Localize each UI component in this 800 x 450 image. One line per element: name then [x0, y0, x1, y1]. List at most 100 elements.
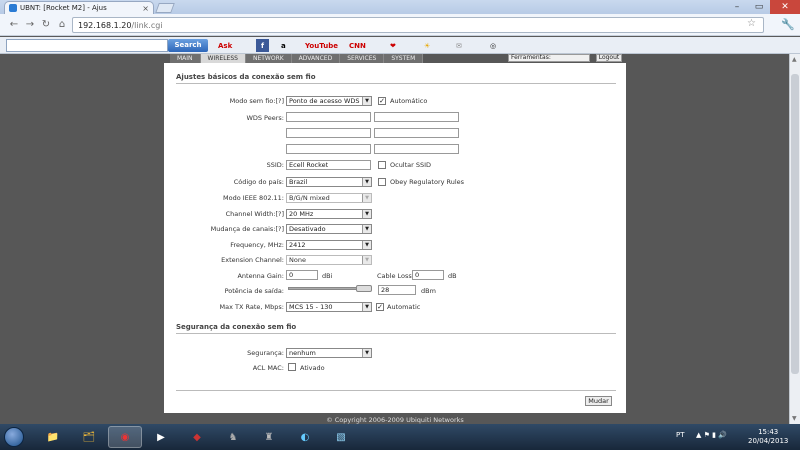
browser-navbar: ← → ↻ ⌂ 192.168.1.20/link.cgi ☆ 🔧 [0, 14, 800, 36]
wds-peer-3-input[interactable] [286, 128, 371, 138]
tray-clock[interactable]: 15:43 20/04/2013 [748, 428, 788, 446]
start-button[interactable] [4, 427, 24, 447]
wds-peer-4-input[interactable] [374, 128, 459, 138]
address-bar[interactable]: 192.168.1.20/link.cgi [72, 17, 764, 33]
back-icon[interactable]: ← [6, 19, 22, 30]
channel-width-select[interactable]: 20 MHz ▼ [286, 209, 372, 219]
security-select[interactable]: nenhum ▼ [286, 348, 372, 358]
logout-button[interactable]: Logout [596, 54, 622, 62]
minimize-icon[interactable]: – [726, 0, 748, 14]
frequency-select[interactable]: 2412 ▼ [286, 240, 372, 250]
obey-regulatory-checkbox[interactable] [378, 178, 386, 186]
bookmark-star-icon[interactable]: ☆ [747, 18, 756, 29]
reload-icon[interactable]: ↻ [38, 19, 54, 30]
output-power-slider[interactable] [288, 285, 372, 292]
toolbar-search-input[interactable] [6, 39, 168, 52]
tab-system[interactable]: SYSTEM [384, 54, 424, 63]
scroll-up-icon[interactable]: ▲ [792, 56, 797, 63]
ieee-mode-label: Modo IEEE 802.11: [223, 194, 284, 202]
tab-advanced[interactable]: ADVANCED [291, 54, 341, 63]
folder-taskbar-icon[interactable]: 🗂 [72, 426, 106, 448]
forward-icon[interactable]: → [22, 19, 38, 30]
tab-services[interactable]: SERVICES [340, 54, 385, 63]
channel-shifting-select[interactable]: Desativado ▼ [286, 224, 372, 234]
taskbar: 📁 🗂 ◉ ▶ ◆ ♞ ♜ ◐ ▧ PT ▲ ⚑ ▮ 🔊 15:43 20/04… [0, 424, 800, 450]
wds-peer-2-input[interactable] [374, 112, 459, 122]
output-power-unit: dBm [421, 287, 436, 295]
cable-loss-input[interactable]: 0 [412, 270, 444, 280]
chevron-down-icon: ▼ [362, 256, 371, 264]
chevron-down-icon: ▼ [362, 349, 371, 357]
channel-width-value: 20 MHz [289, 210, 314, 218]
wireless-mode-value: Ponto de acesso WDS [289, 97, 360, 105]
wrench-icon[interactable]: 🔧 [781, 18, 795, 31]
wds-peer-6-input[interactable] [374, 144, 459, 154]
acl-mac-check-label: Ativado [300, 364, 325, 372]
toolbar-search-button[interactable]: Search [168, 39, 208, 52]
acl-mac-checkbox[interactable] [288, 363, 296, 371]
cable-loss-label: Cable Loss: [377, 272, 414, 280]
chrome-taskbar-icon[interactable]: ◉ [108, 426, 142, 448]
ssid-label: SSID: [266, 161, 284, 169]
browser-titlebar: UBNT: [Rocket M2] - Ajus × – ▭ ✕ [0, 0, 800, 14]
settings-panel: Ajustes básicos da conexão sem fio Modo … [164, 63, 626, 413]
scroll-down-icon[interactable]: ▼ [792, 415, 797, 422]
wds-peer-1-input[interactable] [286, 112, 371, 122]
tray-language[interactable]: PT [676, 431, 685, 439]
max-tx-auto-checkbox[interactable]: ✓ [376, 303, 384, 311]
cnn-icon[interactable]: CNN [349, 39, 366, 52]
tray-icons[interactable]: ▲ ⚑ ▮ 🔊 [696, 431, 727, 439]
youtube-icon[interactable]: YouTube [305, 39, 338, 52]
game2-taskbar-icon[interactable]: ♜ [252, 426, 286, 448]
ieee-mode-select[interactable]: B/G/N mixed ▼ [286, 193, 372, 203]
weather-icon[interactable]: ☀ [424, 39, 430, 52]
facebook-icon[interactable]: f [256, 39, 269, 52]
home-icon[interactable]: ⌂ [54, 19, 70, 30]
extension-channel-select[interactable]: None ▼ [286, 255, 372, 265]
tab-wireless[interactable]: WIRELESS [200, 54, 246, 63]
wds-peers-label: WDS Peers: [246, 114, 284, 122]
close-tab-icon[interactable]: × [142, 4, 149, 13]
tools-select[interactable]: Ferramentas: [508, 54, 590, 62]
ieee-mode-value: B/G/N mixed [289, 194, 330, 202]
max-tx-rate-select[interactable]: MCS 15 - 130 ▼ [286, 302, 372, 312]
game-taskbar-icon[interactable]: ♞ [216, 426, 250, 448]
new-tab-button[interactable] [155, 3, 175, 13]
app-taskbar-icon[interactable]: ◆ [180, 426, 214, 448]
output-power-input[interactable]: 28 [378, 285, 416, 295]
antenna-gain-input[interactable]: 0 [286, 270, 318, 280]
browser-tab[interactable]: UBNT: [Rocket M2] - Ajus × [4, 1, 154, 14]
ssid-input[interactable]: Ecell Rocket [286, 160, 371, 170]
scrollbar[interactable]: ▲ ▼ [789, 54, 800, 424]
security-label: Segurança: [247, 349, 284, 357]
tab-main[interactable]: MAIN [170, 54, 201, 63]
tab-network[interactable]: NETWORK [245, 54, 292, 63]
acl-mac-label: ACL MAC: [252, 364, 284, 372]
section-divider [176, 83, 616, 84]
network-taskbar-icon[interactable]: ◐ [288, 426, 322, 448]
section-title-basic: Ajustes básicos da conexão sem fio [176, 73, 316, 81]
obey-regulatory-label: Obey Regulatory Rules [390, 178, 465, 186]
output-power-slider-knob[interactable] [356, 285, 372, 292]
spiral-icon[interactable]: ◎ [490, 39, 496, 52]
wireless-mode-select[interactable]: Ponto de acesso WDS ▼ [286, 96, 372, 106]
url-host: 192.168.1.20 [78, 20, 132, 30]
apply-button[interactable]: Mudar [585, 396, 612, 406]
mail-icon[interactable]: ✉ [456, 39, 462, 52]
country-select[interactable]: Brazil ▼ [286, 177, 372, 187]
scrollbar-thumb[interactable] [791, 74, 799, 374]
amazon-icon[interactable]: a [281, 39, 286, 52]
window-taskbar-icon[interactable]: ▧ [324, 426, 358, 448]
close-window-icon[interactable]: ✕ [770, 0, 800, 14]
hide-ssid-checkbox[interactable] [378, 161, 386, 169]
wireless-mode-auto-checkbox[interactable]: ✓ [378, 97, 386, 105]
explorer-taskbar-icon[interactable]: 📁 [36, 426, 70, 448]
channel-shifting-label: Mudança de canais:[?] [210, 225, 284, 233]
ask-icon[interactable]: Ask [218, 39, 232, 52]
max-tx-auto-label: Automatic [387, 303, 421, 311]
wireless-mode-label: Modo sem fio:[?] [229, 97, 284, 105]
media-player-taskbar-icon[interactable]: ▶ [144, 426, 178, 448]
wds-peer-5-input[interactable] [286, 144, 371, 154]
maximize-icon[interactable]: ▭ [748, 0, 770, 14]
heart-icon[interactable]: ❤ [390, 39, 396, 52]
